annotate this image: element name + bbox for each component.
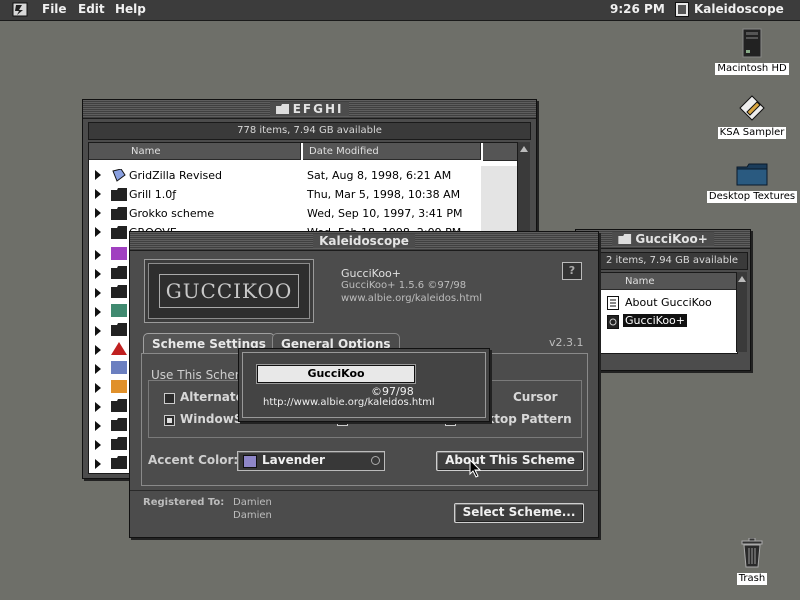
- scheme-url: www.albie.org/kaleidos.html: [341, 293, 483, 304]
- window-title: EFGHI: [269, 102, 350, 116]
- desktop-icon-trash[interactable]: Trash: [722, 537, 782, 585]
- scheme-logo: GUCCIKOO: [144, 259, 314, 323]
- folder-icon: [111, 266, 127, 279]
- document-icon: [111, 304, 127, 317]
- guccikoo-folder-window: GucciKoo+ 2 items, 7.94 GB available Nam…: [575, 229, 751, 371]
- application-menu-name[interactable]: Kaleidoscope: [694, 2, 784, 16]
- document-icon: [607, 296, 619, 310]
- checkbox-windowshade-sounds[interactable]: [164, 415, 175, 426]
- column-header-extra[interactable]: [483, 143, 519, 161]
- popup-indicator-icon: [371, 456, 380, 465]
- folder-icon: [111, 323, 127, 336]
- scroll-up-arrow-icon[interactable]: [520, 146, 528, 152]
- guccikoo-file-list: Name About GucciKoo GucciKoo+: [600, 272, 738, 354]
- disclosure-triangle-icon[interactable]: [95, 189, 101, 199]
- disclosure-triangle-icon[interactable]: [95, 170, 101, 180]
- help-icon[interactable]: ?: [562, 262, 582, 280]
- efghi-info-bar: 778 items, 7.94 GB available: [88, 122, 531, 140]
- application-icon: [112, 169, 126, 182]
- desktop-icon-label: Macintosh HD: [715, 63, 789, 75]
- folder-icon: [618, 234, 632, 244]
- kaleidoscope-title-bar[interactable]: Kaleidoscope: [130, 232, 598, 251]
- list-item-selected[interactable]: GucciKoo+: [601, 312, 737, 331]
- hard-disk-icon: [742, 28, 762, 58]
- list-item[interactable]: About GucciKoo: [601, 293, 737, 312]
- window-title: GucciKoo+: [612, 232, 714, 246]
- folder-icon: [111, 226, 127, 239]
- menu-file[interactable]: File: [42, 2, 67, 16]
- registered-name: Damien: [233, 497, 272, 508]
- logo-text: GUCCIKOO: [159, 274, 299, 308]
- accent-color-label: Accent Color:: [148, 453, 239, 467]
- folder-icon: [111, 437, 127, 450]
- menu-edit[interactable]: Edit: [78, 2, 105, 16]
- scroll-up-arrow-icon[interactable]: [738, 276, 746, 282]
- menubar-clock[interactable]: 9:26 PM: [610, 2, 665, 16]
- accent-color-swatch: [243, 455, 257, 468]
- trash-icon: [741, 537, 763, 568]
- image-icon: [111, 380, 127, 393]
- document-icon: [111, 247, 127, 260]
- column-header-date-modified[interactable]: Date Modified: [303, 143, 481, 160]
- mouse-pointer-icon: [469, 459, 481, 478]
- folder-icon: [111, 285, 127, 298]
- triangle-icon: [111, 342, 127, 355]
- menu-bar: File Edit Help 9:26 PM Kaleidoscope: [0, 0, 800, 21]
- list-item[interactable]: Grill 1.0ƒ Thu, Mar 5, 1998, 10:38 AM: [89, 185, 519, 204]
- folder-icon: [736, 163, 768, 186]
- about-dialog-frame: GucciKoo ©97/98 http://www.albie.org/kal…: [242, 352, 486, 418]
- about-scheme-name: GucciKoo: [257, 365, 415, 383]
- guccikoo-vertical-scrollbar[interactable]: [736, 272, 747, 352]
- column-header-name[interactable]: Name: [601, 273, 737, 290]
- about-scheme-dialog[interactable]: GucciKoo ©97/98 http://www.albie.org/kal…: [238, 348, 490, 422]
- column-header-name[interactable]: Name: [89, 143, 301, 160]
- disclosure-triangle-icon[interactable]: [95, 227, 101, 237]
- folder-icon: [111, 418, 127, 431]
- window-title: Kaleidoscope: [313, 234, 415, 248]
- checkbox-cursor-label: Cursor: [513, 390, 558, 404]
- disclosure-triangle-icon[interactable]: [95, 208, 101, 218]
- pattern-icon: [111, 361, 127, 374]
- folder-icon: [111, 456, 127, 469]
- accent-color-popup[interactable]: Lavender: [237, 451, 385, 471]
- desktop-icon-label: KSA Sampler: [717, 127, 787, 139]
- desktop-icon-macintosh-hd[interactable]: Macintosh HD: [712, 28, 792, 75]
- application-menu-icon[interactable]: [675, 2, 689, 17]
- select-scheme-button[interactable]: Select Scheme...: [454, 503, 584, 523]
- desktop-icon-label: Trash: [736, 573, 768, 585]
- desktop-icon-desktop-textures[interactable]: Desktop Textures: [705, 162, 799, 203]
- registered-to-label: Registered To:: [143, 497, 225, 508]
- folder-icon: [111, 188, 127, 201]
- checkbox-alternate[interactable]: [164, 393, 175, 404]
- checkbox-alternate-label: Alternate: [180, 390, 244, 404]
- about-scheme-url: http://www.albie.org/kaleidos.html: [263, 397, 435, 408]
- scheme-version: GucciKoo+ 1.5.6 ©97/98: [341, 280, 467, 291]
- folder-icon: [275, 104, 289, 114]
- list-item[interactable]: Grokko scheme Wed, Sep 10, 1997, 3:41 PM: [89, 204, 519, 223]
- divider: [130, 490, 598, 491]
- scheme-file-icon: [607, 315, 619, 329]
- folder-icon: [111, 399, 127, 412]
- scheme-name: GucciKoo+: [341, 267, 401, 280]
- menu-help[interactable]: Help: [115, 2, 146, 16]
- apple-menu-icon[interactable]: [12, 2, 28, 17]
- desktop-icon-ksa-sampler[interactable]: KSA Sampler: [712, 94, 792, 139]
- about-this-scheme-button[interactable]: About This Scheme: [436, 451, 584, 471]
- list-item[interactable]: GridZilla Revised Sat, Aug 8, 1998, 6:21…: [89, 166, 519, 185]
- app-version: v2.3.1: [549, 336, 584, 349]
- pencil-document-icon: [739, 95, 765, 121]
- folder-icon: [111, 207, 127, 220]
- guccikoo-info-bar: 2 items, 7.94 GB available: [596, 252, 748, 270]
- registered-organization: Damien: [233, 510, 272, 521]
- efghi-title-bar[interactable]: EFGHI: [83, 100, 536, 119]
- desktop-icon-label: Desktop Textures: [706, 191, 798, 203]
- guccikoo-title-bar[interactable]: GucciKoo+: [576, 230, 750, 249]
